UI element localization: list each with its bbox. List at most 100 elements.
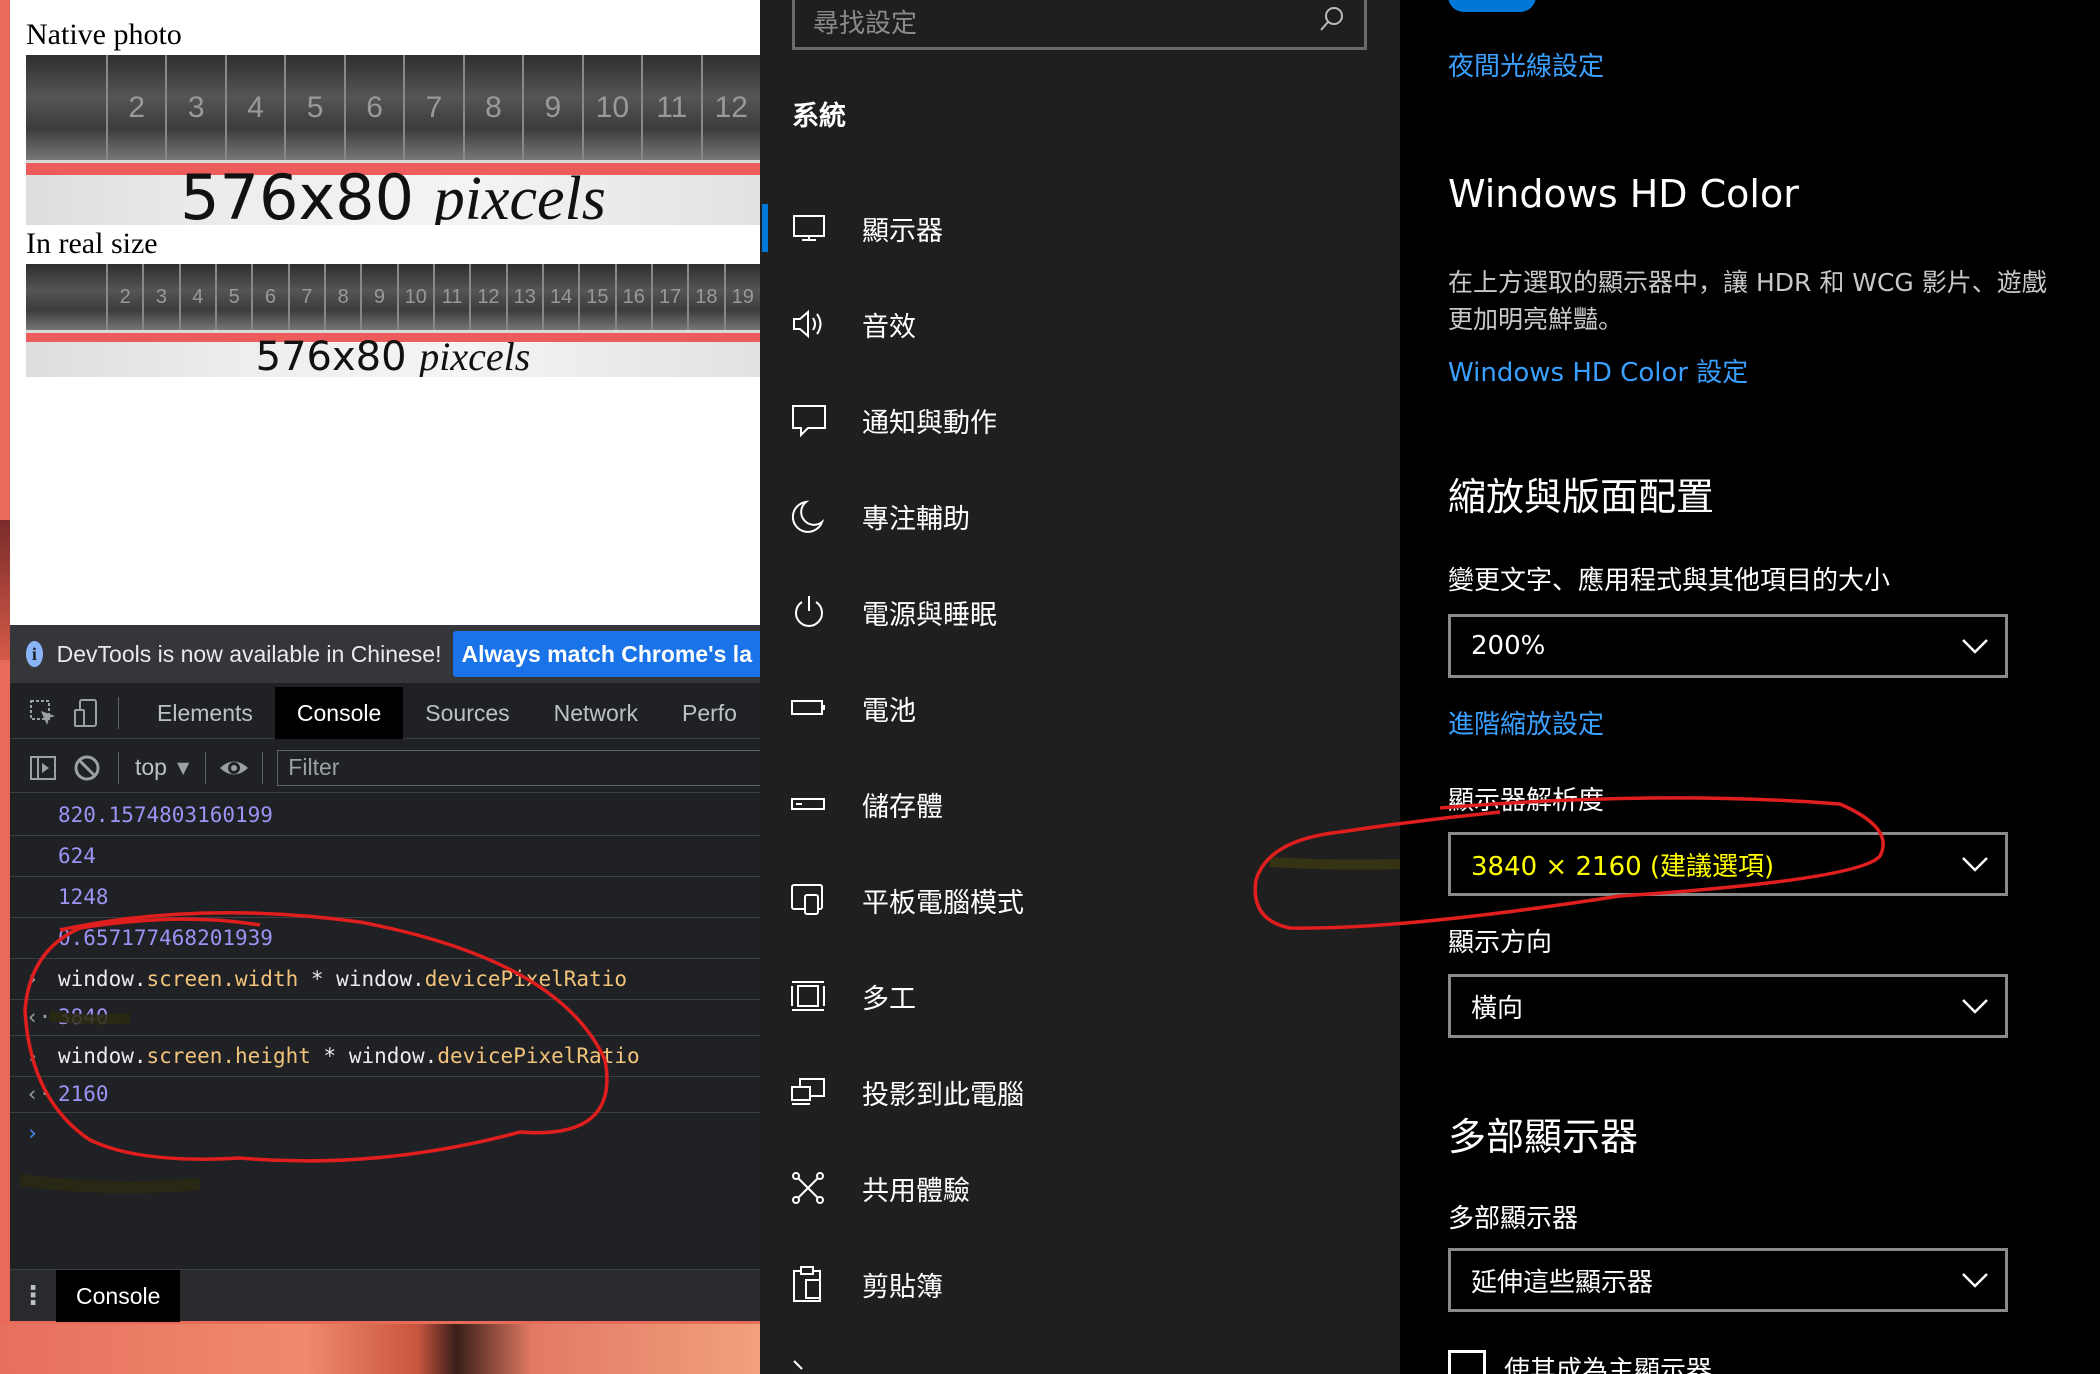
tab-elements[interactable]: Elements [135, 687, 275, 739]
project-icon [788, 1070, 832, 1114]
infobar-message: DevTools is now available in Chinese! [56, 640, 442, 667]
nav-item-power-sleep[interactable]: 電源與睡眠 [760, 564, 1400, 660]
hd-color-description: 在上方選取的顯示器中，讓 HDR 和 WCG 影片、遊戲 更加明亮鮮豔。 [1448, 268, 2047, 334]
ruler-tick-label: 2 [106, 264, 142, 330]
notification-icon [788, 398, 832, 442]
nav-item-focus-assist[interactable]: 專注輔助 [760, 468, 1400, 564]
native-photo-caption: Native photo [26, 18, 182, 51]
devtools-drawer: ⋮ Console [10, 1269, 760, 1322]
ruler-tick-label: 6 [251, 264, 287, 330]
divider [118, 751, 119, 784]
tab-sources[interactable]: Sources [403, 687, 531, 739]
console-log-line: 820.1574803160199 [10, 795, 760, 836]
night-light-toggle[interactable] [1448, 0, 1536, 12]
ruler-tick-label: 4 [178, 264, 215, 330]
browser-window: Native photo 2 3 4 5 6 7 8 9 10 11 12 576x80 pixce… [0, 0, 760, 1374]
tab-network[interactable]: Network [532, 687, 660, 739]
tab-console[interactable]: Console [274, 686, 404, 739]
chevron-down-icon [1945, 1260, 2005, 1300]
ruler-tick-label: 9 [360, 264, 396, 330]
settings-search-input[interactable]: 尋找設定 [792, 0, 1367, 50]
ruler-tick-label: 13 [505, 264, 542, 330]
main-display-checkbox[interactable] [1448, 1350, 1486, 1374]
ruler-tick-label: 7 [403, 55, 462, 160]
console-input-line[interactable]: › [10, 1113, 760, 1154]
console-output: 820.1574803160199 624 1248 0.65717746820… [10, 795, 760, 1154]
ruler-tick-label: 15 [578, 264, 614, 330]
tab-performance[interactable]: Perfo [660, 687, 759, 739]
ruler-tick-label: 10 [396, 264, 433, 330]
prompt-chevron-icon: › [26, 1121, 39, 1145]
console-result-line: ‹· 3840 [10, 1000, 760, 1036]
nav-section-header: 系統 [792, 101, 846, 132]
hd-color-title: Windows HD Color [1448, 172, 1799, 216]
ruler-tick-label: 9 [522, 55, 581, 160]
ruler-tick-label: 18 [687, 264, 723, 330]
ruler-tick-label: 5 [284, 55, 343, 160]
clipboard-icon [788, 1262, 832, 1306]
tablet-mode-icon [788, 878, 832, 922]
nav-item-tablet-mode[interactable]: 平板電腦模式 [760, 852, 1400, 948]
ruler-tick-label: 10 [581, 55, 641, 160]
nav-item-clipboard[interactable]: 剪貼簿 [760, 1236, 1400, 1332]
eye-icon[interactable] [218, 753, 249, 783]
orientation-label: 顯示方向 [1448, 928, 1553, 958]
ruler-tick-label: 17 [650, 264, 687, 330]
scale-layout-title: 縮放與版面配置 [1448, 475, 1715, 519]
console-toolbar: top ▼ Filter [10, 743, 760, 793]
chevron-down-icon[interactable]: ▼ [177, 758, 189, 777]
resolution-dropdown[interactable]: 3840 × 2160 (建議選項) [1448, 832, 2008, 896]
shared-experience-icon [788, 1166, 832, 1210]
native-ruler-image: 2 3 4 5 6 7 8 9 10 11 12 576x80 pixcels [26, 55, 760, 225]
orientation-dropdown[interactable]: 橫向 [1448, 974, 2008, 1038]
nav-item-multitasking[interactable]: 多工 [760, 948, 1400, 1044]
ruler-tick-label: 12 [469, 264, 505, 330]
ruler-ticks: 2 3 4 5 6 7 8 9 10 11 12 [106, 55, 760, 160]
scale-dropdown[interactable]: 200% [1448, 614, 2008, 678]
nav-item-shared-experience[interactable]: 共用體驗 [760, 1140, 1400, 1236]
nav-item-storage[interactable]: 儲存體 [760, 756, 1400, 852]
night-light-settings-link[interactable]: 夜間光線設定 [1448, 46, 1604, 83]
check-icon [788, 1332, 832, 1374]
console-log-line: 1248 [10, 877, 760, 918]
nav-item-partial[interactable] [760, 1332, 1400, 1374]
inspect-element-icon[interactable] [28, 698, 58, 728]
more-menu-icon[interactable]: ⋮ [10, 1281, 56, 1311]
ruler-tick-label: 8 [462, 55, 522, 160]
drawer-tab-console[interactable]: Console [56, 1269, 181, 1322]
sidebar-toggle-icon[interactable] [28, 753, 58, 783]
ruler-tick-label: 11 [641, 55, 700, 160]
ruler-size-label: 576x80 pixcels [255, 334, 531, 377]
settings-nav-pane: 尋找設定 系統 顯示器 音效 通知與動作 專注輔助 電源與睡眠 電池 儲存體 平… [760, 0, 1400, 1374]
real-size-caption: In real size [26, 227, 158, 260]
ruler-tick-label: 7 [287, 264, 324, 330]
result-arrow-icon: ‹· [26, 1082, 52, 1106]
desktop-wallpaper [0, 1324, 760, 1374]
nav-item-notifications[interactable]: 通知與動作 [760, 372, 1400, 468]
console-command-line: › window.screen.height * window.devicePi… [10, 1036, 760, 1077]
ruler-tick-label: 2 [106, 55, 165, 160]
power-icon [788, 590, 832, 634]
prompt-chevron-icon: › [26, 967, 39, 991]
always-match-language-button[interactable]: Always match Chrome's la [453, 631, 760, 677]
multiple-displays-title: 多部顯示器 [1448, 1115, 1639, 1159]
clear-console-icon[interactable] [72, 753, 102, 783]
console-log-line: 0.657177468201939 [10, 918, 760, 959]
settings-content-pane: 夜間光線設定 Windows HD Color 在上方選取的顯示器中，讓 HDR… [1400, 0, 2100, 1374]
nav-item-sound[interactable]: 音效 [760, 276, 1400, 372]
devtools-tabbar: Elements Console Sources Network Perfo [10, 686, 760, 739]
device-toolbar-icon[interactable] [72, 698, 102, 728]
console-filter-input[interactable]: Filter [277, 749, 760, 786]
nav-item-display[interactable]: 顯示器 [760, 180, 1400, 276]
context-selector[interactable]: top [135, 754, 167, 781]
hd-color-settings-link[interactable]: Windows HD Color 設定 [1448, 352, 1748, 389]
multiple-displays-dropdown[interactable]: 延伸這些顯示器 [1448, 1248, 2008, 1312]
main-display-label: 使其成為主顯示器 [1504, 1356, 1713, 1374]
console-result-line: ‹· 2160 [10, 1077, 760, 1113]
devtools-panel: i DevTools is now available in Chinese! … [10, 625, 760, 1322]
nav-item-battery[interactable]: 電池 [760, 660, 1400, 756]
info-icon: i [26, 641, 43, 667]
advanced-scaling-link[interactable]: 進階縮放設定 [1448, 704, 1604, 741]
ruler-tick-label: 11 [432, 264, 469, 330]
nav-item-project[interactable]: 投影到此電腦 [760, 1044, 1400, 1140]
